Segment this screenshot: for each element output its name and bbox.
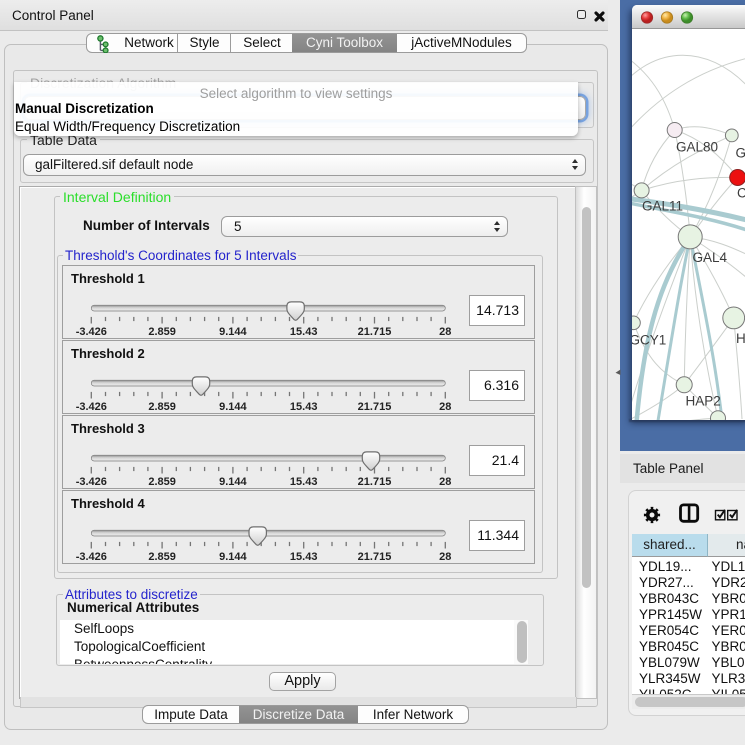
svg-text:GAL11: GAL11: [642, 199, 683, 214]
svg-text:HAP2: HAP2: [686, 394, 721, 409]
svg-text:GCY1: GCY1: [632, 333, 666, 348]
svg-text:GA: GA: [736, 146, 745, 161]
svg-text:GAL4: GAL4: [693, 250, 728, 265]
svg-text:H: H: [736, 331, 745, 346]
svg-text:C: C: [737, 186, 745, 201]
svg-text:GAL80: GAL80: [676, 140, 718, 155]
